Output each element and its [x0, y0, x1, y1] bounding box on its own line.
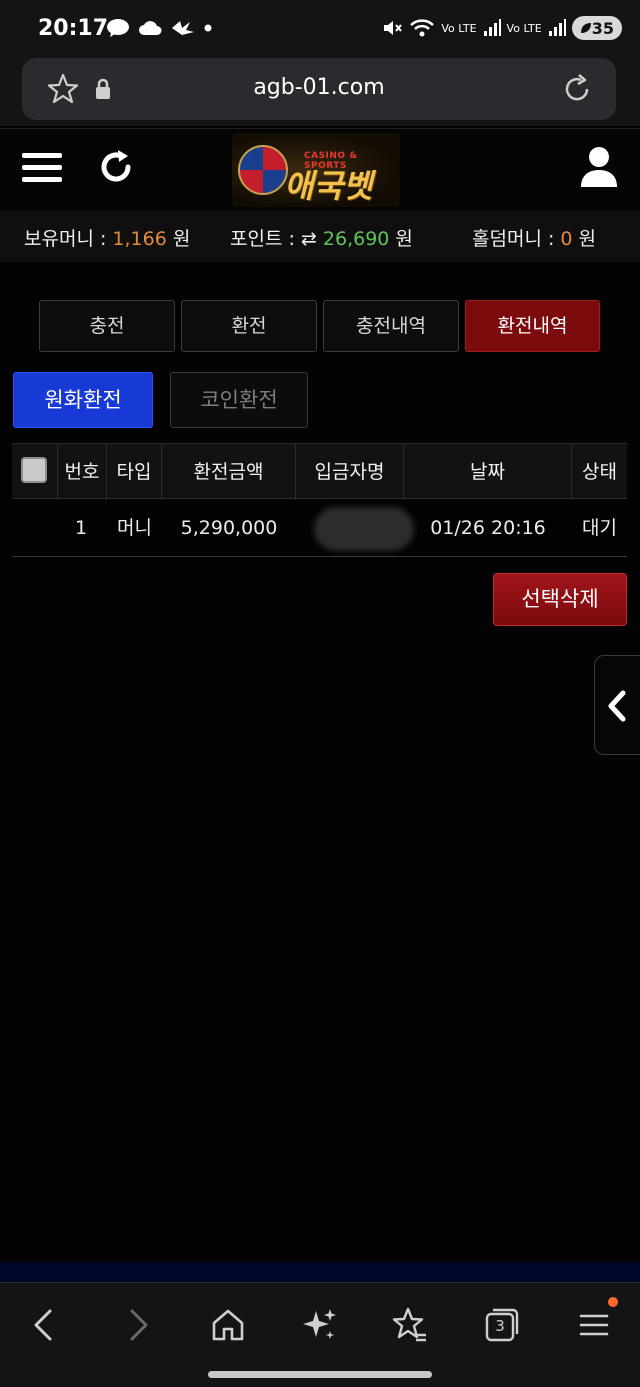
bottom-accent-strip	[0, 1262, 640, 1282]
network-label-1: Vo LTE	[441, 21, 477, 35]
holding-money-label: 보유머니 :	[24, 228, 113, 250]
header-amount: 환전금액	[162, 444, 296, 500]
network-label-2: Vo LTE	[506, 21, 542, 35]
subtab-coin-withdraw[interactable]: 코인환전	[170, 372, 308, 428]
tab-withdraw[interactable]: 환전	[181, 300, 317, 352]
point-label: 포인트 :	[230, 228, 301, 250]
home-icon[interactable]	[208, 1305, 248, 1345]
user-profile-icon[interactable]	[580, 145, 618, 189]
menu-notification-dot	[608, 1297, 618, 1307]
refresh-icon[interactable]	[96, 147, 136, 187]
holdem-money-value: 0	[560, 228, 573, 250]
header-number: 번호	[58, 444, 107, 500]
reload-icon[interactable]	[560, 72, 594, 106]
back-arrow-icon[interactable]	[24, 1305, 64, 1345]
url-text: agb-01.com	[253, 75, 385, 100]
cell-date: 01/26 20:16	[430, 517, 546, 539]
app-notification-icon	[172, 21, 194, 35]
logo-name: 애국벳	[284, 167, 373, 205]
signal-icon-2	[548, 19, 566, 36]
sparkle-ai-icon[interactable]	[300, 1305, 340, 1345]
bookmarks-icon[interactable]	[390, 1305, 430, 1345]
holdem-money-unit: 원	[572, 228, 597, 250]
table-row[interactable]: 1 머니 5,290,000 01/26 20:16 대기	[12, 499, 627, 557]
header-date: 날짜	[404, 444, 572, 500]
home-indicator[interactable]	[208, 1371, 432, 1378]
tab-deposit-history[interactable]: 충전내역	[323, 300, 459, 352]
tabs-switcher[interactable]: 3	[482, 1305, 522, 1345]
page: 20:17 Vo LTE Vo LTE 35 agb-01.com CASINO…	[0, 0, 640, 1387]
talk-icon	[107, 19, 129, 37]
status-time: 20:17	[38, 16, 109, 41]
holding-money: 보유머니 : 1,166 원	[24, 224, 190, 251]
point-unit: 원	[389, 228, 413, 250]
signal-icon-1	[483, 19, 501, 36]
status-bar: 20:17 Vo LTE Vo LTE 35	[0, 0, 640, 58]
battery-indicator: 35	[571, 16, 622, 40]
cell-amount: 5,290,000	[180, 517, 278, 539]
tab-count: 3	[495, 1317, 505, 1335]
money-summary-bar: 보유머니 : 1,166 원 포인트 : ⇄ 26,690 원 홀덤머니 : 0…	[0, 210, 640, 262]
point-value: 26,690	[322, 228, 390, 250]
side-panel-toggle[interactable]	[594, 655, 640, 755]
holding-money-unit: 원	[166, 228, 191, 250]
mute-icon	[384, 21, 403, 35]
select-all-checkbox[interactable]	[21, 457, 47, 483]
cell-type: 머니	[117, 517, 152, 539]
site-header: CASINO & SPORTS 애국벳	[0, 128, 640, 210]
battery-level: 35	[591, 18, 614, 38]
holdem-money: 홀덤머니 : 0 원	[472, 224, 596, 251]
forward-arrow-icon[interactable]	[118, 1305, 158, 1345]
chevron-left-icon	[608, 690, 626, 722]
withdraw-history-table: 번호 타입 환전금액 입금자명 날짜 상태 1 머니 5,290,000 01/…	[12, 443, 627, 557]
cloud-icon	[139, 21, 162, 35]
tab-withdraw-history[interactable]: 환전내역	[465, 300, 600, 352]
site-logo[interactable]: CASINO & SPORTS 애국벳	[232, 133, 400, 207]
browser-url-bar: agb-01.com	[0, 58, 640, 126]
browser-bottom-nav: 3	[0, 1282, 640, 1387]
browser-menu-icon[interactable]	[574, 1305, 614, 1345]
delete-selected-button[interactable]: 선택삭제	[493, 573, 627, 626]
header-type: 타입	[107, 444, 162, 500]
cell-status: 대기	[582, 517, 617, 539]
cell-depositor-redacted	[314, 507, 414, 551]
wifi-icon	[410, 19, 435, 37]
holdem-money-label: 홀덤머니 :	[472, 228, 561, 250]
more-notifications-icon	[204, 24, 212, 32]
status-left-icons	[106, 18, 212, 38]
header-depositor: 입금자명	[296, 444, 404, 500]
header-status: 상태	[582, 461, 617, 483]
table-header: 번호 타입 환전금액 입금자명 날짜 상태	[12, 443, 627, 500]
cell-number: 1	[74, 517, 88, 539]
header-select-all	[12, 444, 58, 500]
point-exchange-icon[interactable]: ⇄	[301, 228, 317, 250]
point-money: 포인트 : ⇄ 26,690 원	[230, 224, 413, 251]
logo-emblem-icon	[238, 145, 288, 195]
holding-money-value: 1,166	[112, 228, 167, 250]
status-right-icons: Vo LTE Vo LTE 35	[381, 16, 622, 40]
battery-leaf-icon	[580, 23, 591, 33]
menu-hamburger-icon[interactable]	[22, 153, 62, 187]
subtab-krw-withdraw[interactable]: 원화환전	[13, 372, 153, 428]
tab-deposit[interactable]: 충전	[39, 300, 175, 352]
url-field[interactable]: agb-01.com	[22, 58, 616, 120]
